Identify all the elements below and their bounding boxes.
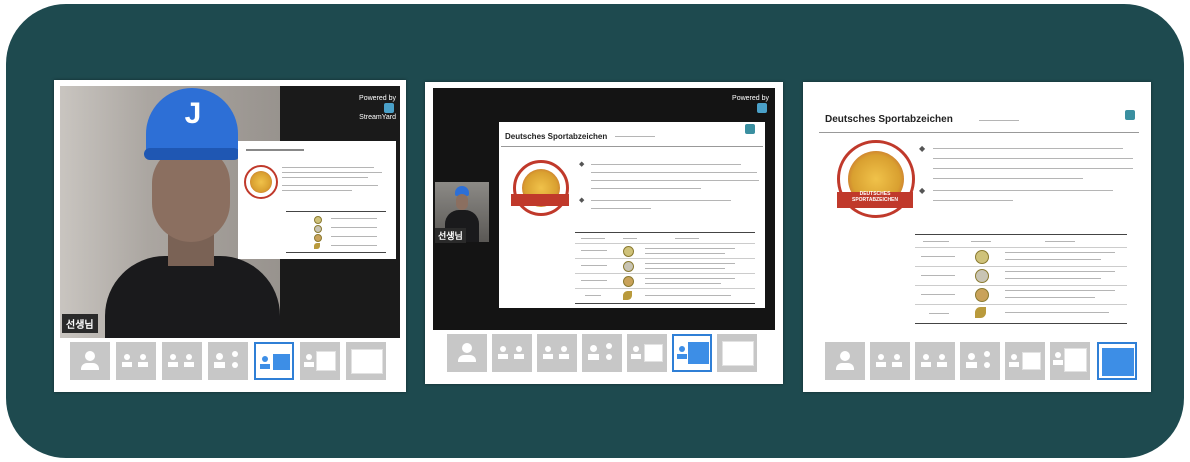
slide-title: Deutsches Sportabzeichen	[825, 114, 953, 125]
badge-ribbon: DEUTSCHES SPORTABZEICHEN	[837, 191, 913, 208]
picture-in-picture-layout-icon	[1011, 354, 1017, 360]
stream-preview: J Powered by StreamYard 선생님	[60, 86, 400, 338]
screenshot-panel-1: J Powered by StreamYard 선생님	[54, 80, 406, 392]
solo-layout-button[interactable]	[825, 342, 865, 380]
solo-layout-icon	[840, 351, 850, 361]
picture-in-picture-layout-button[interactable]	[1005, 342, 1045, 380]
gold-medal-icon	[975, 250, 989, 264]
two-up-layout-button[interactable]	[492, 334, 532, 372]
person-body	[105, 256, 280, 338]
participant-name-tag: 선생님	[62, 314, 98, 333]
screen-only-layout-icon	[722, 341, 754, 366]
layout-toolbar	[447, 334, 767, 376]
screen-only-layout-button[interactable]	[1097, 342, 1137, 380]
side-by-side-layout-icon	[1055, 352, 1061, 358]
shared-slide	[238, 141, 396, 259]
participant-name-tag: 선생님	[435, 228, 466, 243]
powered-by-text: Powered by	[359, 95, 396, 102]
two-up-small-layout-icon	[545, 346, 551, 352]
bullet-icon: ◆	[919, 186, 926, 195]
picture-in-picture-layout-button[interactable]	[254, 342, 294, 380]
requirements-table	[915, 234, 1127, 324]
side-by-side-layout-icon	[306, 354, 312, 360]
side-by-side-layout-button[interactable]	[672, 334, 712, 372]
leaf-icon	[975, 307, 986, 318]
picture-in-picture-layout-icon	[633, 346, 639, 352]
bullet-icon: ◆	[579, 161, 585, 168]
two-up-layout-icon	[124, 354, 130, 360]
side-by-side-layout-icon	[679, 346, 685, 352]
gold-medal-icon	[623, 246, 634, 257]
solo-layout-icon	[85, 351, 95, 361]
bronze-medal-icon	[623, 276, 634, 287]
cap-logo: J	[184, 97, 202, 130]
bullet-icon: ◆	[919, 144, 926, 153]
silver-medal-icon	[975, 269, 989, 283]
streamyard-watermark: Powered by StreamYard	[340, 94, 396, 122]
bullet-icon: ◆	[579, 197, 585, 204]
screen-only-layout-button[interactable]	[717, 334, 757, 372]
side-by-side-layout-button[interactable]	[300, 342, 340, 380]
picture-in-picture-layout-button[interactable]	[627, 334, 667, 372]
streamyard-logo-icon	[757, 103, 767, 113]
streamyard-watermark: Powered by	[719, 94, 769, 113]
two-up-layout-button[interactable]	[116, 342, 156, 380]
shared-slide: Deutsches Sportabzeichen ◆ ◆	[499, 122, 765, 308]
screen-only-layout-button[interactable]	[346, 342, 386, 380]
requirements-table	[575, 232, 755, 304]
shared-slide: Deutsches Sportabzeichen DEUTSCHES SPORT…	[811, 88, 1143, 336]
streamyard-brand: StreamYard	[359, 114, 396, 121]
two-up-small-layout-button[interactable]	[915, 342, 955, 380]
silver-medal-icon	[623, 261, 634, 272]
grid-layout-button[interactable]	[960, 342, 1000, 380]
grid-layout-icon	[968, 353, 975, 360]
two-up-layout-icon	[878, 354, 884, 360]
cap-brim	[144, 148, 240, 160]
screen-only-layout-icon	[1102, 348, 1134, 376]
layout-toolbar	[70, 342, 390, 384]
solo-layout-icon	[462, 343, 472, 353]
two-up-small-layout-button[interactable]	[162, 342, 202, 380]
leaf-icon	[623, 291, 632, 300]
solo-layout-button[interactable]	[447, 334, 487, 372]
grid-layout-button[interactable]	[208, 342, 248, 380]
two-up-small-layout-icon	[923, 354, 929, 360]
two-up-small-layout-icon	[170, 354, 176, 360]
layout-toolbar	[825, 342, 1145, 384]
grid-layout-icon	[590, 345, 597, 352]
stream-preview: Powered by Deutsches Sportabzeichen ◆ ◆	[433, 88, 775, 330]
two-up-small-layout-button[interactable]	[537, 334, 577, 372]
slide-logo-icon	[745, 124, 755, 134]
solo-layout-button[interactable]	[70, 342, 110, 380]
screen-only-layout-icon	[351, 349, 383, 374]
sportabzeichen-badge	[244, 165, 278, 199]
screenshot-panel-3: Deutsches Sportabzeichen DEUTSCHES SPORT…	[803, 82, 1151, 392]
two-up-layout-button[interactable]	[870, 342, 910, 380]
person-face	[152, 146, 230, 242]
powered-by-text: Powered by	[732, 95, 769, 102]
side-by-side-layout-button[interactable]	[1050, 342, 1090, 380]
sportabzeichen-badge	[513, 160, 569, 216]
slide-logo-icon	[1125, 110, 1135, 120]
streamyard-logo-icon	[384, 103, 394, 113]
badge-ribbon	[511, 194, 569, 206]
picture-in-picture-layout-icon	[262, 356, 268, 362]
grid-layout-icon	[216, 353, 223, 360]
slide-title: Deutsches Sportabzeichen	[505, 132, 608, 141]
two-up-layout-icon	[500, 346, 506, 352]
grid-layout-button[interactable]	[582, 334, 622, 372]
screenshot-panel-2: Powered by Deutsches Sportabzeichen ◆ ◆	[425, 82, 783, 384]
bronze-medal-icon	[975, 288, 989, 302]
person-face	[456, 194, 468, 210]
